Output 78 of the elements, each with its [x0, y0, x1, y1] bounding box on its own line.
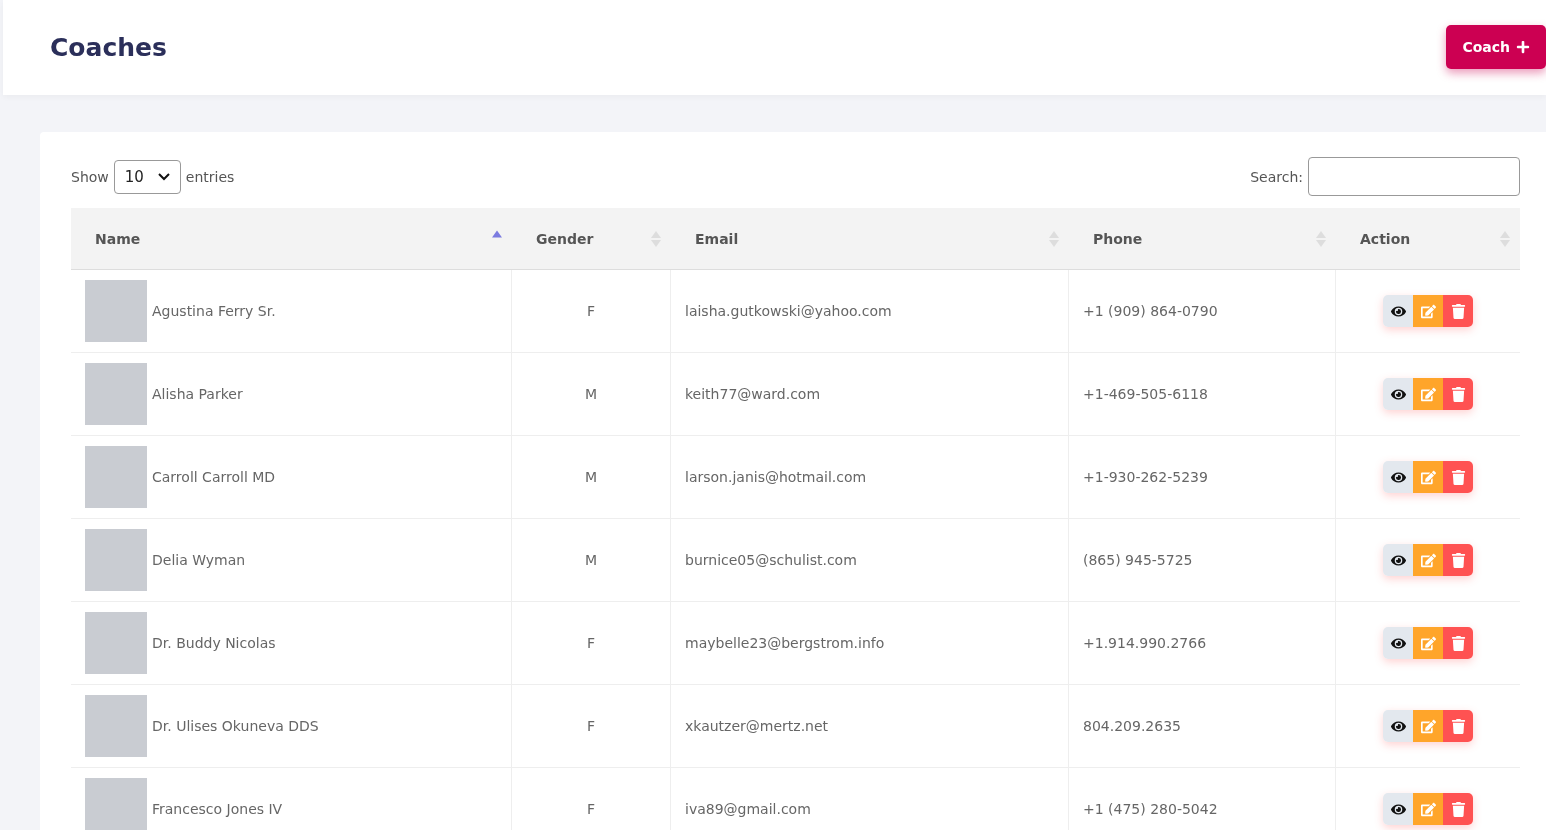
view-button[interactable] — [1383, 378, 1413, 410]
table-cell: F — [512, 685, 671, 768]
edit-icon — [1420, 635, 1436, 651]
photo-placeholder — [85, 363, 147, 425]
view-button[interactable] — [1383, 793, 1413, 825]
trash-icon — [1450, 552, 1466, 568]
coach-name: Carroll Carroll MD — [152, 469, 276, 485]
trash-icon — [1450, 718, 1466, 734]
trash-icon — [1450, 386, 1466, 402]
table-cell: F — [512, 602, 671, 685]
column-header[interactable]: Gender — [512, 208, 671, 270]
coach-name: Delia Wyman — [152, 552, 246, 568]
trash-icon — [1450, 801, 1466, 817]
chevron-down-icon — [157, 172, 170, 181]
sort-ascending-icon — [492, 230, 502, 238]
edit-icon — [1420, 469, 1436, 485]
photo-placeholder — [85, 612, 147, 674]
table-cell: keith77@ward.com — [671, 353, 1069, 436]
table-cell: F — [512, 768, 671, 830]
column-header[interactable]: Action — [1336, 208, 1520, 270]
table-cell: +1.914.990.2766 — [1069, 602, 1336, 685]
column-header[interactable]: Email — [671, 208, 1069, 270]
table-cell: maybelle23@bergstrom.info — [671, 602, 1069, 685]
coach-name: Francesco Jones IV — [152, 801, 283, 817]
table-cell: +1 (909) 864-0790 — [1069, 270, 1336, 353]
edit-icon — [1420, 386, 1436, 402]
table-cell: +1-930-262-5239 — [1069, 436, 1336, 519]
plus-icon — [1516, 39, 1530, 54]
table-cell: M — [512, 519, 671, 602]
coach-name: Dr. Ulises Okuneva DDS — [152, 718, 319, 734]
view-button[interactable] — [1383, 295, 1413, 327]
table-cell: 804.209.2635 — [1069, 685, 1336, 768]
delete-button[interactable] — [1443, 544, 1473, 576]
trash-icon — [1450, 635, 1466, 651]
coach-name: Dr. Buddy Nicolas — [152, 635, 276, 651]
photo-placeholder — [85, 529, 147, 591]
search-label: Search: — [1250, 168, 1303, 185]
table-cell: F — [512, 270, 671, 353]
photo-placeholder — [85, 778, 147, 830]
table-cell: M — [512, 436, 671, 519]
page-title: Coaches — [50, 33, 167, 62]
delete-button[interactable] — [1443, 461, 1473, 493]
edit-icon — [1420, 303, 1436, 319]
trash-icon — [1450, 303, 1466, 319]
delete-button[interactable] — [1443, 793, 1473, 825]
photo-placeholder — [85, 695, 147, 757]
entries-label: entries — [185, 168, 235, 185]
table-cell: M — [512, 353, 671, 436]
delete-button[interactable] — [1443, 295, 1473, 327]
table-cell: +1-469-505-6118 — [1069, 353, 1336, 436]
table-cell: xkautzer@mertz.net — [671, 685, 1069, 768]
table-cell: (865) 945-5725 — [1069, 519, 1336, 602]
view-button[interactable] — [1383, 544, 1413, 576]
table-cell: iva89@gmail.com — [671, 768, 1069, 830]
edit-icon — [1420, 718, 1436, 734]
edit-icon — [1420, 552, 1436, 568]
table-cell: laisha.gutkowski@yahoo.com — [671, 270, 1069, 353]
delete-button[interactable] — [1443, 378, 1473, 410]
table-cell: burnice05@schulist.com — [671, 519, 1069, 602]
column-header[interactable]: Phone — [1069, 208, 1336, 270]
search-field[interactable] — [1308, 157, 1520, 196]
table-cell: larson.janis@hotmail.com — [671, 436, 1069, 519]
view-button[interactable] — [1383, 627, 1413, 659]
photo-placeholder — [85, 280, 147, 342]
trash-icon — [1450, 469, 1466, 485]
view-button[interactable] — [1383, 461, 1413, 493]
delete-button[interactable] — [1443, 627, 1473, 659]
coach-name: Alisha Parker — [152, 386, 243, 402]
table-cell: +1 (475) 280-5042 — [1069, 768, 1336, 830]
column-header[interactable]: Name — [71, 208, 512, 270]
show-label: Show — [71, 168, 109, 185]
view-button[interactable] — [1383, 710, 1413, 742]
coach-name: Agustina Ferry Sr. — [152, 303, 276, 319]
photo-placeholder — [85, 446, 147, 508]
add-coach-button[interactable]: Coach — [1446, 24, 1546, 69]
edit-icon — [1420, 801, 1436, 817]
page-size-select[interactable]: 10 — [113, 159, 181, 194]
delete-button[interactable] — [1443, 710, 1473, 742]
